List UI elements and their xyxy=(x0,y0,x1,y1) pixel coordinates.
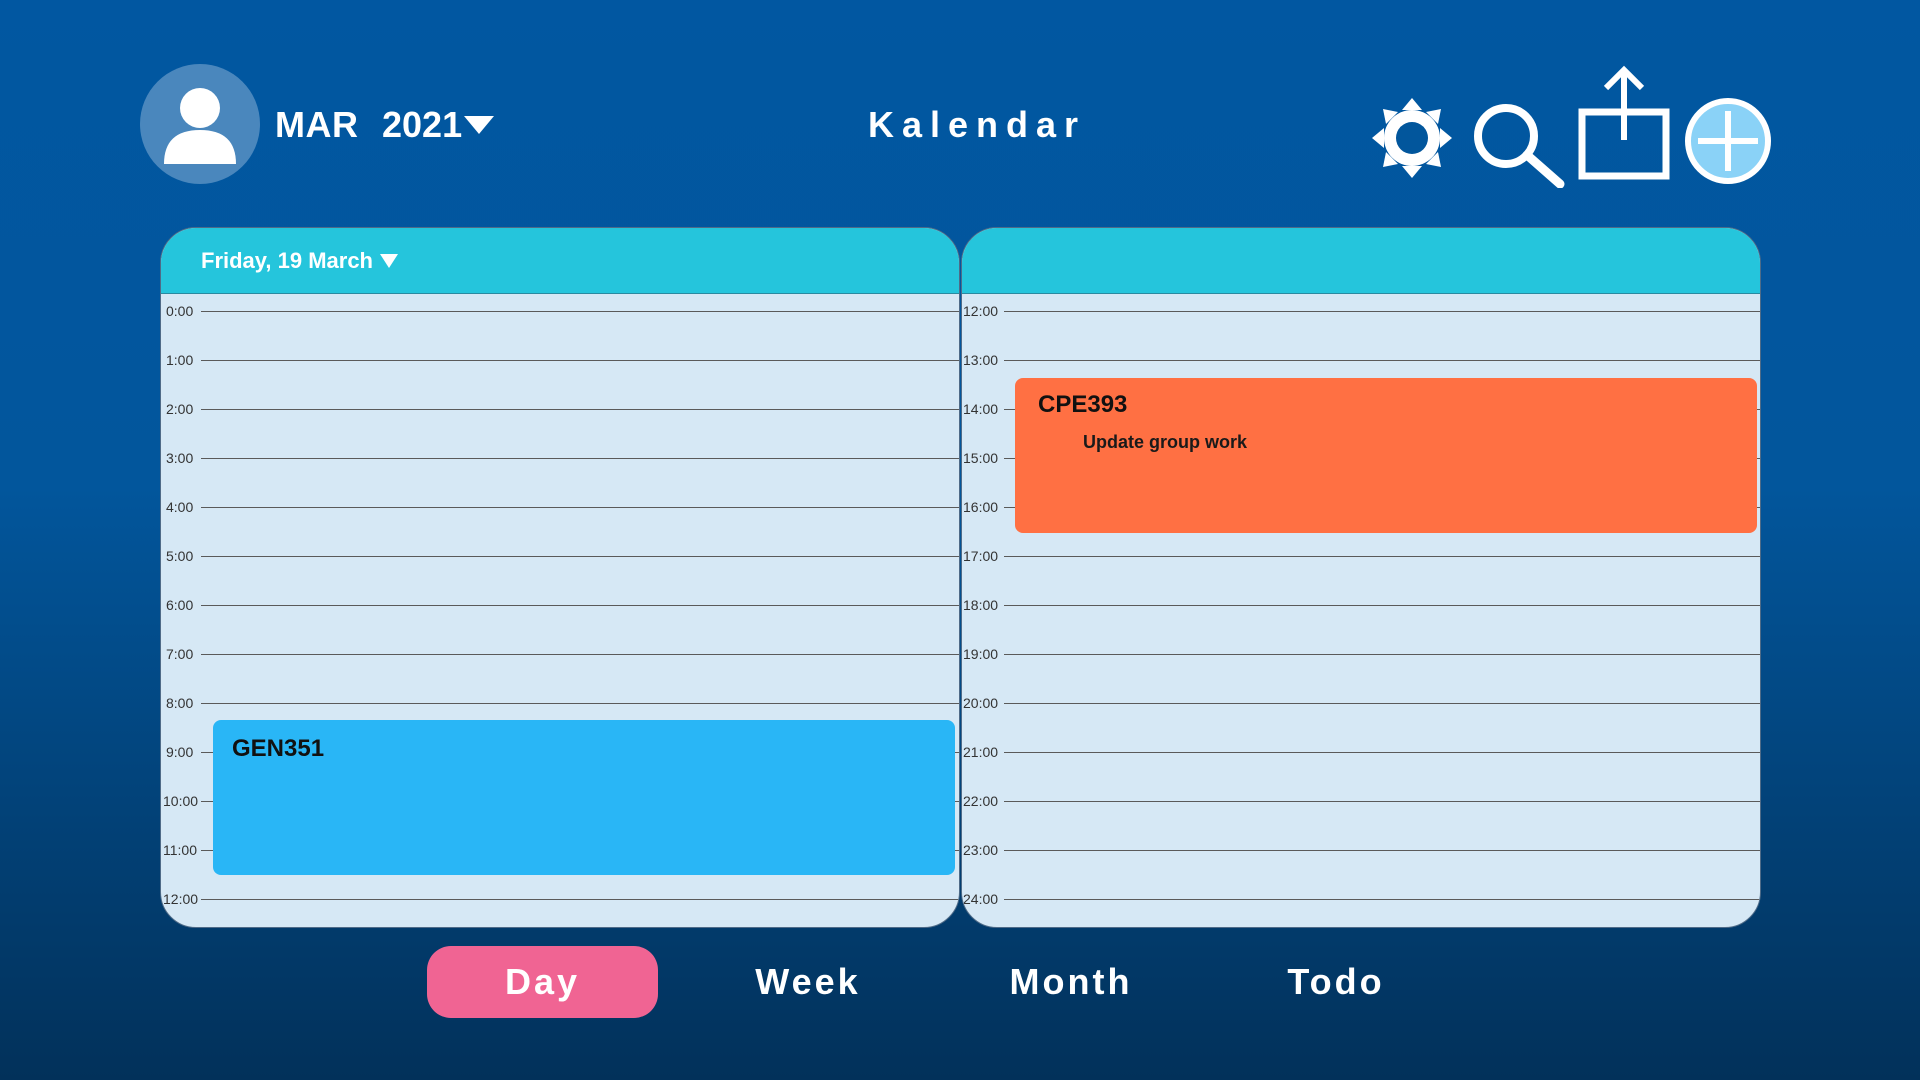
share-icon[interactable] xyxy=(1578,64,1670,180)
tab-day[interactable]: Day xyxy=(427,946,658,1018)
hour-row: 12:00 xyxy=(962,303,1760,319)
settings-icon[interactable] xyxy=(1370,96,1454,180)
chevron-down-icon xyxy=(380,254,398,268)
hour-row: 12:00 xyxy=(161,891,959,907)
hour-row: 24:00 xyxy=(962,891,1760,907)
hour-row: 23:00 xyxy=(962,842,1760,858)
app-title: Kalendar xyxy=(868,104,1087,145)
hour-line xyxy=(1004,801,1760,802)
hour-row: 17:00 xyxy=(962,548,1760,564)
hour-label: 9:00 xyxy=(166,744,194,760)
hour-line xyxy=(201,654,959,655)
tab-todo[interactable]: Todo xyxy=(1226,946,1446,1018)
hour-row: 18:00 xyxy=(962,597,1760,613)
hour-label: 7:00 xyxy=(166,646,194,662)
day-panel-afternoon: 12:00 13:00 14:00 15:00 16:00 17:00 18:0… xyxy=(961,227,1761,928)
hour-line xyxy=(1004,752,1760,753)
hour-label: 6:00 xyxy=(166,597,194,613)
hour-label: 2:00 xyxy=(166,401,194,417)
hour-label: 17:00 xyxy=(963,548,999,564)
hour-line xyxy=(201,409,959,410)
hour-line xyxy=(201,458,959,459)
event-note: Update group work xyxy=(1083,432,1248,452)
hour-line xyxy=(1004,899,1760,900)
hour-label: 18:00 xyxy=(963,597,999,613)
date-label: Friday, 19 March xyxy=(201,248,373,273)
hour-row: 22:00 xyxy=(962,793,1760,809)
hour-line xyxy=(201,556,959,557)
hour-line xyxy=(1004,703,1760,704)
tab-month[interactable]: Month xyxy=(960,946,1182,1018)
panel-header: Friday, 19 March xyxy=(161,228,959,294)
hour-line xyxy=(1004,605,1760,606)
event-title: CPE393 xyxy=(1038,391,1128,418)
hour-row: 8:00 xyxy=(161,695,959,711)
hour-line xyxy=(201,899,959,900)
event-cpe393[interactable]: CPE393 Update group work xyxy=(1015,378,1757,533)
hour-row: 19:00 xyxy=(962,646,1760,662)
hour-label: 12:00 xyxy=(963,303,999,319)
event-title: GEN351 xyxy=(232,735,325,762)
event-gen351[interactable]: GEN351 xyxy=(213,720,955,875)
year-label[interactable]: 2021 xyxy=(382,104,462,146)
search-icon[interactable] xyxy=(1466,100,1566,188)
hour-line xyxy=(1004,360,1760,361)
month-label[interactable]: MAR xyxy=(275,104,358,146)
hour-line xyxy=(201,360,959,361)
hour-label: 3:00 xyxy=(166,450,194,466)
hour-label: 0:00 xyxy=(166,303,194,319)
hour-label: 16:00 xyxy=(963,499,999,515)
hour-label: 4:00 xyxy=(166,499,194,515)
hour-line xyxy=(1004,311,1760,312)
tab-week[interactable]: Week xyxy=(700,946,916,1018)
hour-label: 23:00 xyxy=(963,842,999,858)
hour-label: 13:00 xyxy=(963,352,999,368)
hour-line xyxy=(201,605,959,606)
hour-row: 5:00 xyxy=(161,548,959,564)
hour-line xyxy=(1004,850,1760,851)
day-panel-morning: Friday, 19 March 0:00 1:00 2:00 3:00 4:0… xyxy=(160,227,960,928)
panel-header xyxy=(962,228,1760,294)
hour-row: 21:00 xyxy=(962,744,1760,760)
hour-line xyxy=(1004,556,1760,557)
hour-label: 14:00 xyxy=(963,401,999,417)
hour-label: 24:00 xyxy=(963,891,999,907)
chevron-down-icon[interactable] xyxy=(462,114,496,136)
date-selector[interactable]: Friday, 19 March xyxy=(201,248,399,274)
hour-row: 6:00 xyxy=(161,597,959,613)
hour-row: 13:00 xyxy=(962,352,1760,368)
hour-row: 2:00 xyxy=(161,401,959,417)
hour-label: 20:00 xyxy=(963,695,999,711)
avatar[interactable] xyxy=(140,64,260,184)
hour-label: 11:00 xyxy=(163,842,197,858)
hour-label: 15:00 xyxy=(963,450,999,466)
add-icon[interactable] xyxy=(1684,97,1772,185)
hour-label: 8:00 xyxy=(166,695,194,711)
hour-line xyxy=(201,703,959,704)
hour-row: 7:00 xyxy=(161,646,959,662)
hour-line xyxy=(201,311,959,312)
hour-line xyxy=(1004,654,1760,655)
hour-label: 12:00 xyxy=(163,891,199,907)
hour-label: 19:00 xyxy=(963,646,999,662)
hour-label: 10:00 xyxy=(163,793,199,809)
hour-line xyxy=(201,507,959,508)
avatar-icon xyxy=(164,88,236,164)
hour-label: 21:00 xyxy=(963,744,999,760)
hour-row: 20:00 xyxy=(962,695,1760,711)
hour-label: 1:00 xyxy=(166,352,194,368)
hour-label: 5:00 xyxy=(166,548,194,564)
hour-row: 1:00 xyxy=(161,352,959,368)
hour-row: 0:00 xyxy=(161,303,959,319)
hour-row: 4:00 xyxy=(161,499,959,515)
hour-label: 22:00 xyxy=(963,793,999,809)
hour-row: 3:00 xyxy=(161,450,959,466)
